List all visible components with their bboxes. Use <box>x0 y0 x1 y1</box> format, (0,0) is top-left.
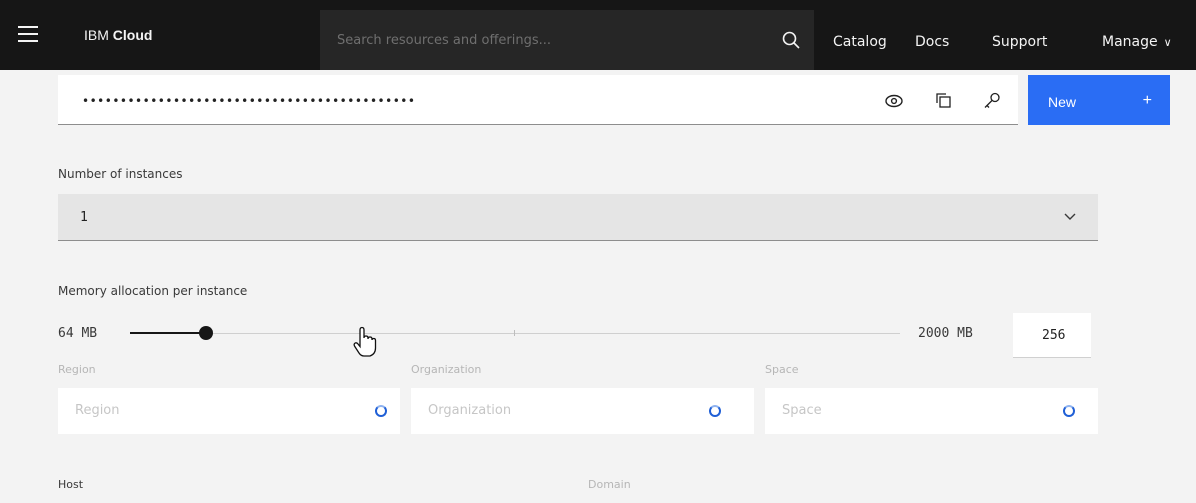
memory-slider-midpoint-tick <box>514 330 515 336</box>
loading-spinner-icon <box>1063 405 1075 417</box>
memory-slider-fill <box>130 332 206 334</box>
organization-select[interactable]: Organization <box>411 388 754 434</box>
chevron-down-icon: ∨ <box>1163 36 1172 49</box>
copy-icon[interactable] <box>934 91 954 111</box>
memory-label: Memory allocation per instance <box>58 284 248 298</box>
domain-label: Domain <box>588 478 631 491</box>
top-navigation-bar: IBM Cloud Search resources and offerings… <box>0 0 1196 70</box>
memory-slider-track[interactable] <box>130 326 900 340</box>
brand-logo[interactable]: IBM Cloud <box>84 0 152 70</box>
masked-key-value: ••••••••••••••••••••••••••••••••••••••••… <box>82 94 416 108</box>
global-search[interactable]: Search resources and offerings... <box>320 10 814 70</box>
new-key-button[interactable]: New + <box>1028 75 1170 125</box>
host-label: Host <box>58 478 84 491</box>
memory-max-label: 2000 MB <box>918 326 973 341</box>
nav-manage-label: Manage <box>1102 34 1158 50</box>
search-icon[interactable] <box>782 31 800 49</box>
instances-label: Number of instances <box>58 167 183 181</box>
search-input-placeholder: Search resources and offerings... <box>337 33 552 48</box>
hand-cursor-icon <box>353 326 377 357</box>
nav-docs[interactable]: Docs <box>915 0 949 70</box>
plus-icon: + <box>1142 92 1152 109</box>
show-password-icon[interactable] <box>884 91 904 111</box>
brand-prefix: IBM <box>84 27 109 43</box>
memory-value: 256 <box>1042 328 1066 343</box>
region-label: Region <box>58 363 96 376</box>
organization-label: Organization <box>411 363 482 376</box>
new-button-label: New <box>1048 94 1077 110</box>
space-select[interactable]: Space <box>765 388 1098 434</box>
brand-name: Cloud <box>112 27 153 43</box>
region-select[interactable]: Region <box>58 388 400 434</box>
menu-icon[interactable] <box>18 26 38 42</box>
key-icon[interactable] <box>982 91 1002 111</box>
api-key-field[interactable]: ••••••••••••••••••••••••••••••••••••••••… <box>58 75 1018 125</box>
region-placeholder: Region <box>75 403 120 418</box>
loading-spinner-icon <box>375 405 387 417</box>
organization-placeholder: Organization <box>428 403 512 418</box>
nav-catalog[interactable]: Catalog <box>833 0 887 70</box>
memory-value-input[interactable]: 256 <box>1013 313 1091 358</box>
nav-support[interactable]: Support <box>992 0 1047 70</box>
instances-value: 1 <box>80 210 88 225</box>
chevron-down-icon <box>1064 213 1076 220</box>
memory-min-label: 64 MB <box>58 326 98 341</box>
instances-select[interactable]: 1 <box>58 194 1098 241</box>
memory-slider-handle[interactable] <box>199 326 213 340</box>
nav-manage[interactable]: Manage ∨ <box>1102 0 1172 70</box>
space-label: Space <box>765 363 799 376</box>
space-placeholder: Space <box>782 403 822 418</box>
loading-spinner-icon <box>709 405 721 417</box>
